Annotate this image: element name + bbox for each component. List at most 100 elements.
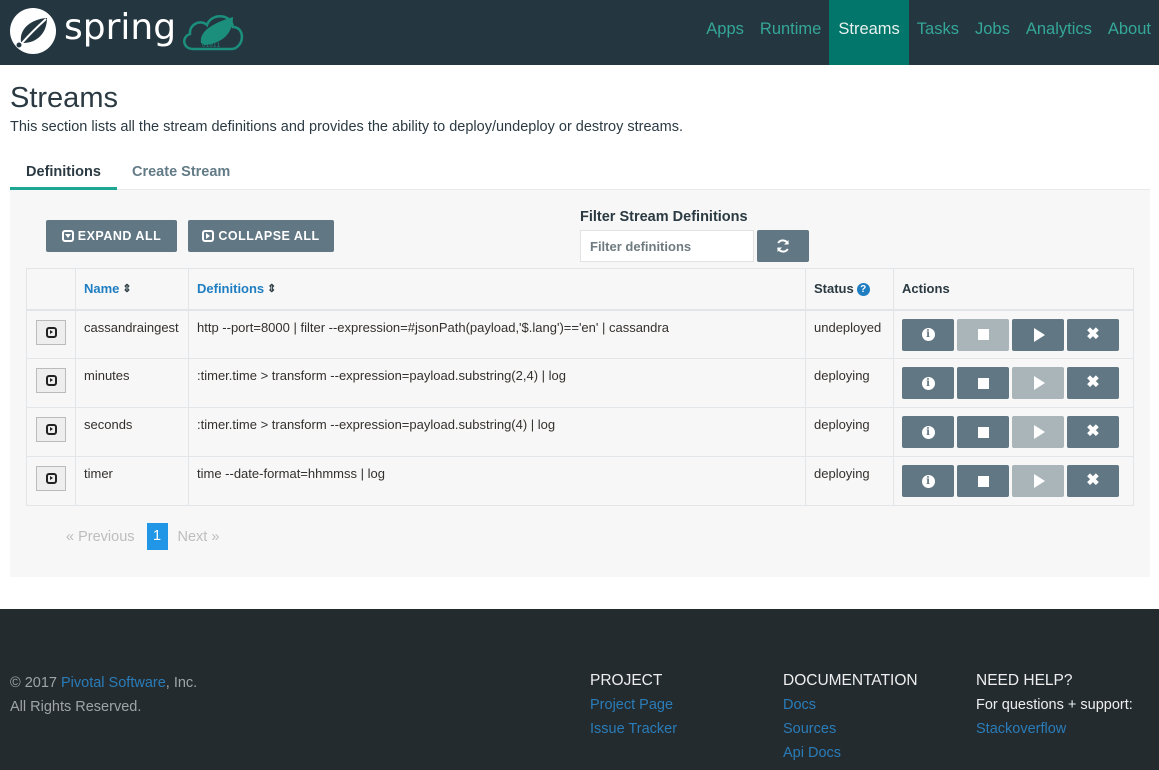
- api-docs-link[interactable]: Api Docs: [783, 741, 918, 765]
- footer-help-title: NEED HELP?: [976, 672, 1073, 689]
- row-actions: i ✖: [902, 465, 1133, 497]
- stream-status: undeployed: [805, 309, 894, 359]
- docs-link[interactable]: Docs: [783, 693, 918, 717]
- pagination: « Previous 1 Next »: [66, 523, 219, 550]
- project-page-link[interactable]: Project Page: [590, 693, 677, 717]
- nav-analytics[interactable]: Analytics: [1018, 0, 1100, 65]
- expand-row-button[interactable]: [36, 368, 66, 393]
- info-icon: i: [921, 425, 935, 439]
- brand-wordmark: spring: [64, 7, 177, 48]
- header-name[interactable]: Name ⇕: [75, 268, 189, 311]
- info-button[interactable]: i: [902, 318, 954, 351]
- expand-row-icon: [45, 326, 57, 338]
- nav-streams[interactable]: Streams: [829, 0, 909, 65]
- stream-status: deploying: [805, 456, 894, 506]
- footer-project: PROJECT Project Page Issue Tracker: [590, 669, 677, 741]
- destroy-button[interactable]: ✖: [1067, 367, 1119, 399]
- table-row: minutes :timer.time > transform --expres…: [26, 358, 1134, 408]
- nav-apps[interactable]: Apps: [698, 0, 752, 65]
- nav-jobs[interactable]: Jobs: [967, 0, 1018, 65]
- sort-icon: ⇕: [122, 283, 132, 296]
- pagination-previous[interactable]: « Previous: [66, 529, 135, 545]
- expand-row-button[interactable]: [36, 417, 66, 442]
- help-icon[interactable]: ?: [856, 283, 870, 297]
- stream-name: seconds: [75, 407, 189, 457]
- stream-name: timer: [75, 456, 189, 506]
- header-definitions-label: Definitions: [197, 281, 265, 297]
- undeploy-button[interactable]: [957, 416, 1009, 448]
- issue-tracker-link[interactable]: Issue Tracker: [590, 717, 677, 741]
- footer-help: NEED HELP? For questions + support: Stac…: [976, 669, 1133, 741]
- nav-tasks[interactable]: Tasks: [909, 0, 967, 65]
- stop-icon: [977, 475, 989, 487]
- close-icon: ✖: [1086, 325, 1100, 343]
- footer-project-title: PROJECT: [590, 672, 663, 689]
- info-icon: i: [921, 474, 935, 488]
- undeploy-button[interactable]: [957, 367, 1009, 399]
- pivotal-link[interactable]: Pivotal Software: [61, 675, 166, 691]
- expand-row-icon: [45, 473, 57, 484]
- sources-link[interactable]: Sources: [783, 717, 918, 741]
- nav-about[interactable]: About: [1100, 0, 1159, 65]
- filter-label: Filter Stream Definitions: [580, 209, 748, 225]
- header-actions: Actions: [893, 268, 1134, 311]
- stream-name: cassandraingest: [75, 309, 189, 359]
- info-button[interactable]: i: [902, 465, 954, 497]
- expand-all-label: EXPAND ALL: [77, 229, 162, 243]
- close-icon: ✖: [1086, 472, 1100, 489]
- destroy-button[interactable]: ✖: [1067, 465, 1119, 497]
- expand-icon: [61, 230, 74, 242]
- destroy-button[interactable]: ✖: [1067, 318, 1119, 351]
- tab-bar: Definitions Create Stream: [10, 156, 1150, 190]
- deploy-button: [1012, 465, 1064, 497]
- row-actions: i ✖: [902, 416, 1133, 448]
- info-icon: i: [921, 376, 935, 390]
- destroy-button[interactable]: ✖: [1067, 416, 1119, 448]
- stop-icon: [977, 377, 989, 389]
- collapse-all-button[interactable]: COLLAPSE ALL: [188, 220, 334, 252]
- expand-row-button[interactable]: [36, 466, 66, 491]
- expand-all-button[interactable]: EXPAND ALL: [46, 220, 177, 252]
- table-row: seconds :timer.time > transform --expres…: [26, 407, 1134, 457]
- svg-text:01011: 01011: [202, 42, 220, 49]
- expand-row-icon: [45, 375, 57, 386]
- filter-input[interactable]: [580, 230, 754, 262]
- copyright-prefix: © 2017: [10, 675, 61, 691]
- row-actions: i ✖: [902, 318, 1133, 351]
- stream-status: deploying: [805, 358, 894, 408]
- pagination-page-current[interactable]: 1: [146, 523, 168, 550]
- row-actions: i ✖: [902, 367, 1133, 399]
- definitions-panel: EXPAND ALL COLLAPSE ALL Filter Stream De…: [10, 190, 1150, 577]
- expand-row-button[interactable]: [36, 319, 66, 345]
- table-header-row: Name ⇕ Definitions ⇕ Status? Actions: [26, 268, 1134, 311]
- collapse-all-label: COLLAPSE ALL: [218, 229, 320, 243]
- tab-definitions[interactable]: Definitions: [10, 156, 117, 190]
- page-title: Streams: [10, 82, 118, 114]
- stream-definition: http --port=8000 | filter --expression=#…: [188, 309, 806, 359]
- tab-create-stream[interactable]: Create Stream: [132, 156, 230, 190]
- stream-name: minutes: [75, 358, 189, 408]
- sort-icon: ⇕: [267, 283, 277, 296]
- play-icon: [1033, 474, 1045, 488]
- footer-help-text: For questions + support:: [976, 697, 1133, 713]
- stop-icon: [977, 329, 989, 340]
- refresh-button[interactable]: [757, 230, 809, 262]
- stackoverflow-link[interactable]: Stackoverflow: [976, 717, 1133, 741]
- spring-leaf-icon: [10, 8, 56, 54]
- info-button[interactable]: i: [902, 367, 954, 399]
- pagination-next[interactable]: Next »: [178, 529, 220, 545]
- deploy-button[interactable]: [1012, 318, 1064, 351]
- info-button[interactable]: i: [902, 416, 954, 448]
- nav-runtime[interactable]: Runtime: [752, 0, 829, 65]
- stream-definitions-table: Name ⇕ Definitions ⇕ Status? Actions cassa…: [26, 268, 1134, 506]
- header-definitions[interactable]: Definitions ⇕: [188, 268, 806, 311]
- undeploy-button[interactable]: [957, 465, 1009, 497]
- deploy-button: [1012, 367, 1064, 399]
- spring-logo[interactable]: spring 01011: [9, 6, 245, 56]
- copyright-suffix: , Inc.: [165, 675, 198, 691]
- close-icon: ✖: [1086, 423, 1100, 440]
- undeploy-button: [957, 318, 1009, 351]
- stop-icon: [977, 426, 989, 438]
- navbar: spring 01011 Apps Runtime Streams Tasks …: [0, 0, 1159, 65]
- close-icon: ✖: [1086, 374, 1100, 391]
